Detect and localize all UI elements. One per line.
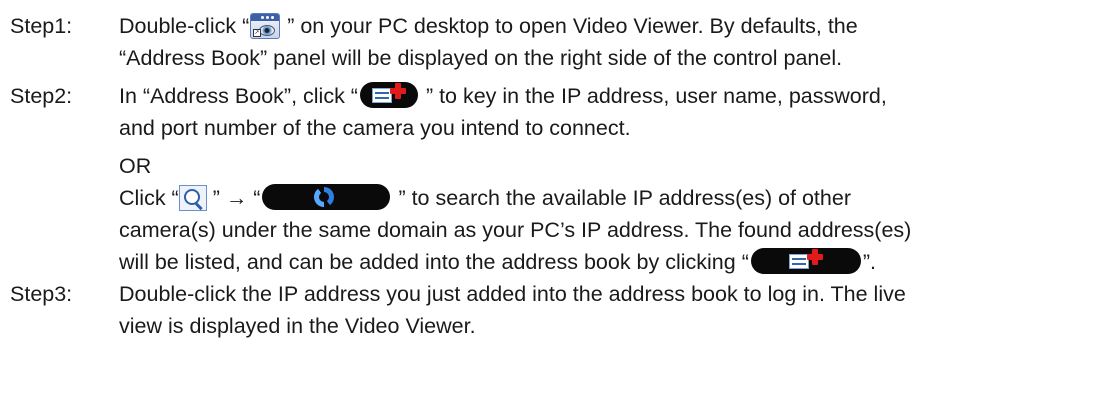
instructions: Step1: Double-click “↗ ” on your PC desk…: [10, 10, 1090, 342]
step-text: ” → “: [206, 186, 261, 210]
step-text: will be listed, and can be added into th…: [119, 250, 749, 274]
step-text: ”.: [862, 250, 876, 274]
step-text: “Address Book” panel will be displayed o…: [119, 46, 843, 70]
or-text: OR: [119, 154, 152, 178]
step-text: camera(s) under the same domain as your …: [119, 218, 912, 242]
step-text: Click “: [119, 186, 179, 210]
refresh-icon: [262, 184, 391, 210]
step-label: Step3:: [10, 282, 73, 306]
add-address-icon: [359, 82, 418, 108]
step-text: view is displayed in the Video Viewer.: [119, 314, 476, 338]
step-text: In “Address Book”, click “: [119, 84, 358, 108]
step-text: Double-click the IP address you just add…: [119, 282, 906, 306]
video-viewer-icon: ↗: [250, 13, 281, 39]
step-text: Double-click “: [119, 14, 250, 38]
add-address-icon: [750, 248, 861, 274]
step-1: Step1: Double-click “↗ ” on your PC desk…: [10, 10, 1090, 74]
step-2: Step2: In “Address Book”, click “ ” to k…: [10, 80, 1090, 278]
step-label: Step2:: [10, 84, 73, 108]
step-text: ” to search the available IP address(es)…: [392, 186, 851, 210]
step-label: Step1:: [10, 14, 73, 38]
step-text: ” to key in the IP address, user name, p…: [419, 84, 887, 108]
search-icon: [178, 185, 207, 211]
step-3: Step3: Double-click the IP address you j…: [10, 278, 1090, 342]
step-text: and port number of the camera you intend…: [119, 116, 631, 140]
step-text: ” on your PC desktop to open Video Viewe…: [281, 14, 858, 38]
